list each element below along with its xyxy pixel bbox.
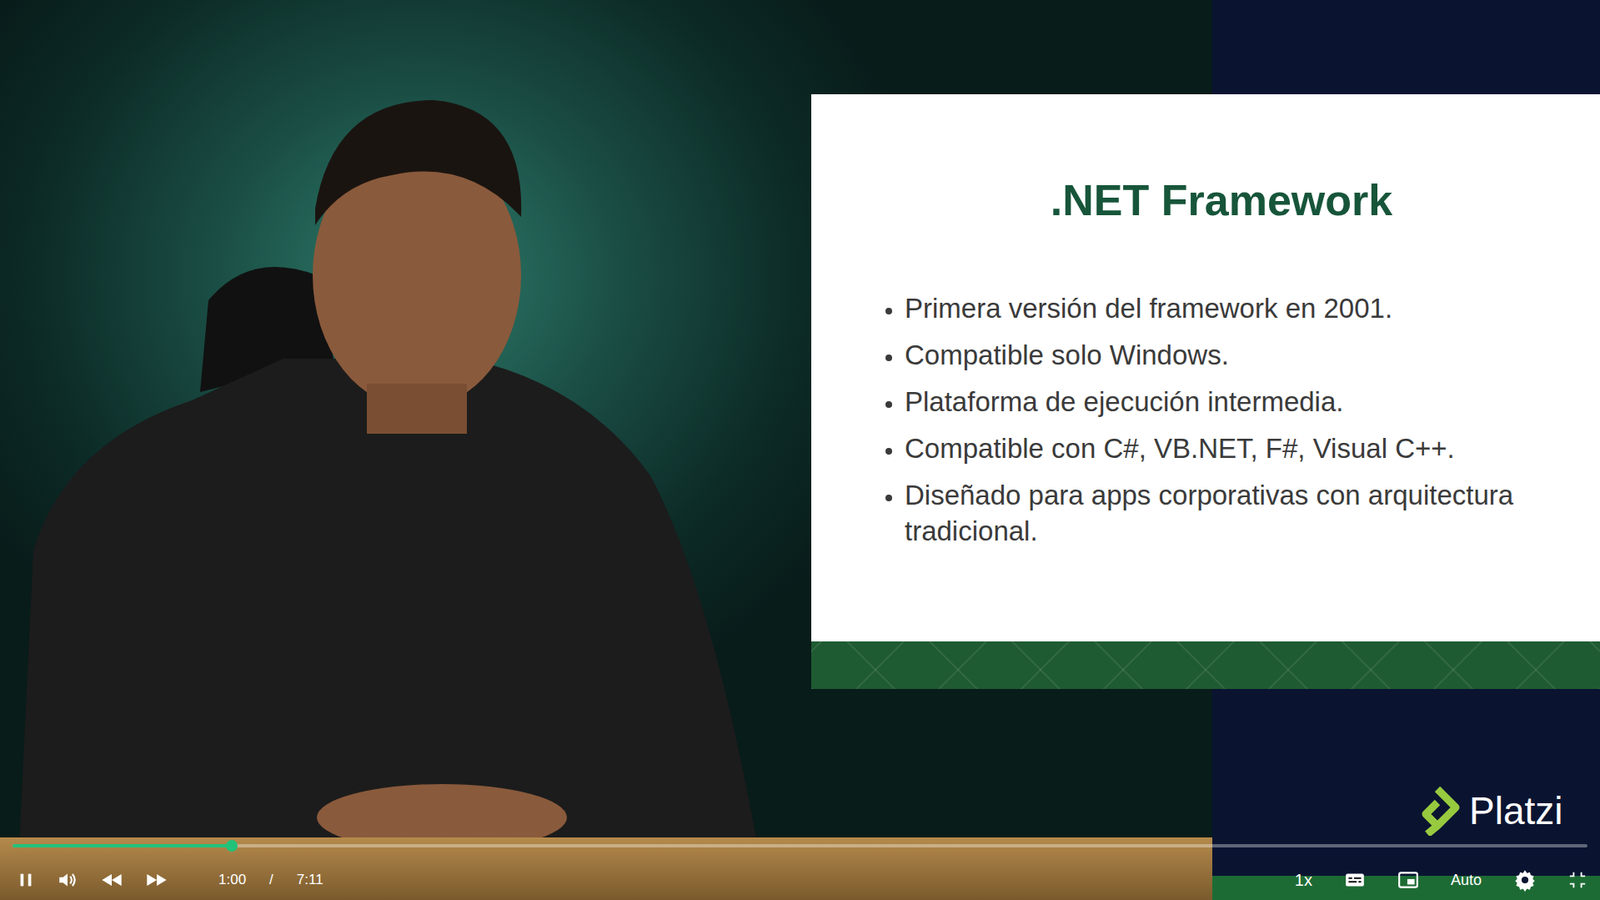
volume-button[interactable] xyxy=(55,867,81,893)
brand-logo-icon xyxy=(1414,785,1461,836)
bullet-item: Compatible con C#, VB.NET, F#, Visual C+… xyxy=(904,431,1567,467)
settings-button[interactable] xyxy=(1511,866,1539,893)
brand-name: Platzi xyxy=(1469,789,1563,833)
slide-body: .NET Framework Primera versión del framew… xyxy=(811,94,1600,642)
time-elapsed: 1:00 xyxy=(218,868,246,891)
right-controls: 1x Auto xyxy=(1293,865,1589,894)
bullet-list: Primera versión del framework en 2001. Co… xyxy=(867,290,1567,549)
forward-icon xyxy=(145,867,169,892)
exit-fullscreen-button[interactable] xyxy=(1566,868,1589,891)
control-bar: 1:00 / 7:11 1x Auto xyxy=(0,860,1600,899)
picture-in-picture-icon xyxy=(1397,868,1420,891)
subtitles-button[interactable] xyxy=(1342,867,1368,893)
forward-button[interactable] xyxy=(143,866,171,893)
presenter-block xyxy=(0,83,801,900)
speed-button[interactable]: 1x xyxy=(1293,865,1315,894)
bullet-item: Compatible solo Windows. xyxy=(904,337,1567,374)
quality-button[interactable]: Auto xyxy=(1449,867,1484,893)
progress-track[interactable] xyxy=(12,843,1588,848)
watermark: Platzi xyxy=(1414,785,1563,836)
exit-fullscreen-icon xyxy=(1568,870,1587,889)
slide-band xyxy=(811,641,1600,689)
time-duration: 7:11 xyxy=(296,868,324,891)
slide-title: .NET Framework xyxy=(867,174,1567,226)
pause-icon xyxy=(16,870,36,889)
rewind-button[interactable] xyxy=(98,866,126,893)
bullet-item: Diseñado para apps corporativas con arqu… xyxy=(904,477,1567,550)
progress-knob[interactable] xyxy=(225,839,238,852)
volume-icon xyxy=(56,868,79,891)
pip-button[interactable] xyxy=(1395,867,1421,893)
bullet-item: Primera versión del framework en 2001. xyxy=(904,290,1567,327)
bullet-item: Plataforma de ejecución intermedia. xyxy=(904,384,1567,421)
play-pause-button[interactable] xyxy=(15,868,37,891)
left-controls: 1:00 / 7:11 xyxy=(15,866,324,893)
progress-fill xyxy=(12,843,232,848)
video-player[interactable]: .NET Framework Primera versión del framew… xyxy=(0,0,1600,900)
time-separator: / xyxy=(269,868,274,891)
time-display: 1:00 / 7:11 xyxy=(218,868,324,891)
slide: .NET Framework Primera versión del framew… xyxy=(811,94,1600,689)
gear-icon xyxy=(1513,867,1537,892)
rewind-icon xyxy=(100,867,124,892)
subtitles-icon xyxy=(1344,868,1366,891)
